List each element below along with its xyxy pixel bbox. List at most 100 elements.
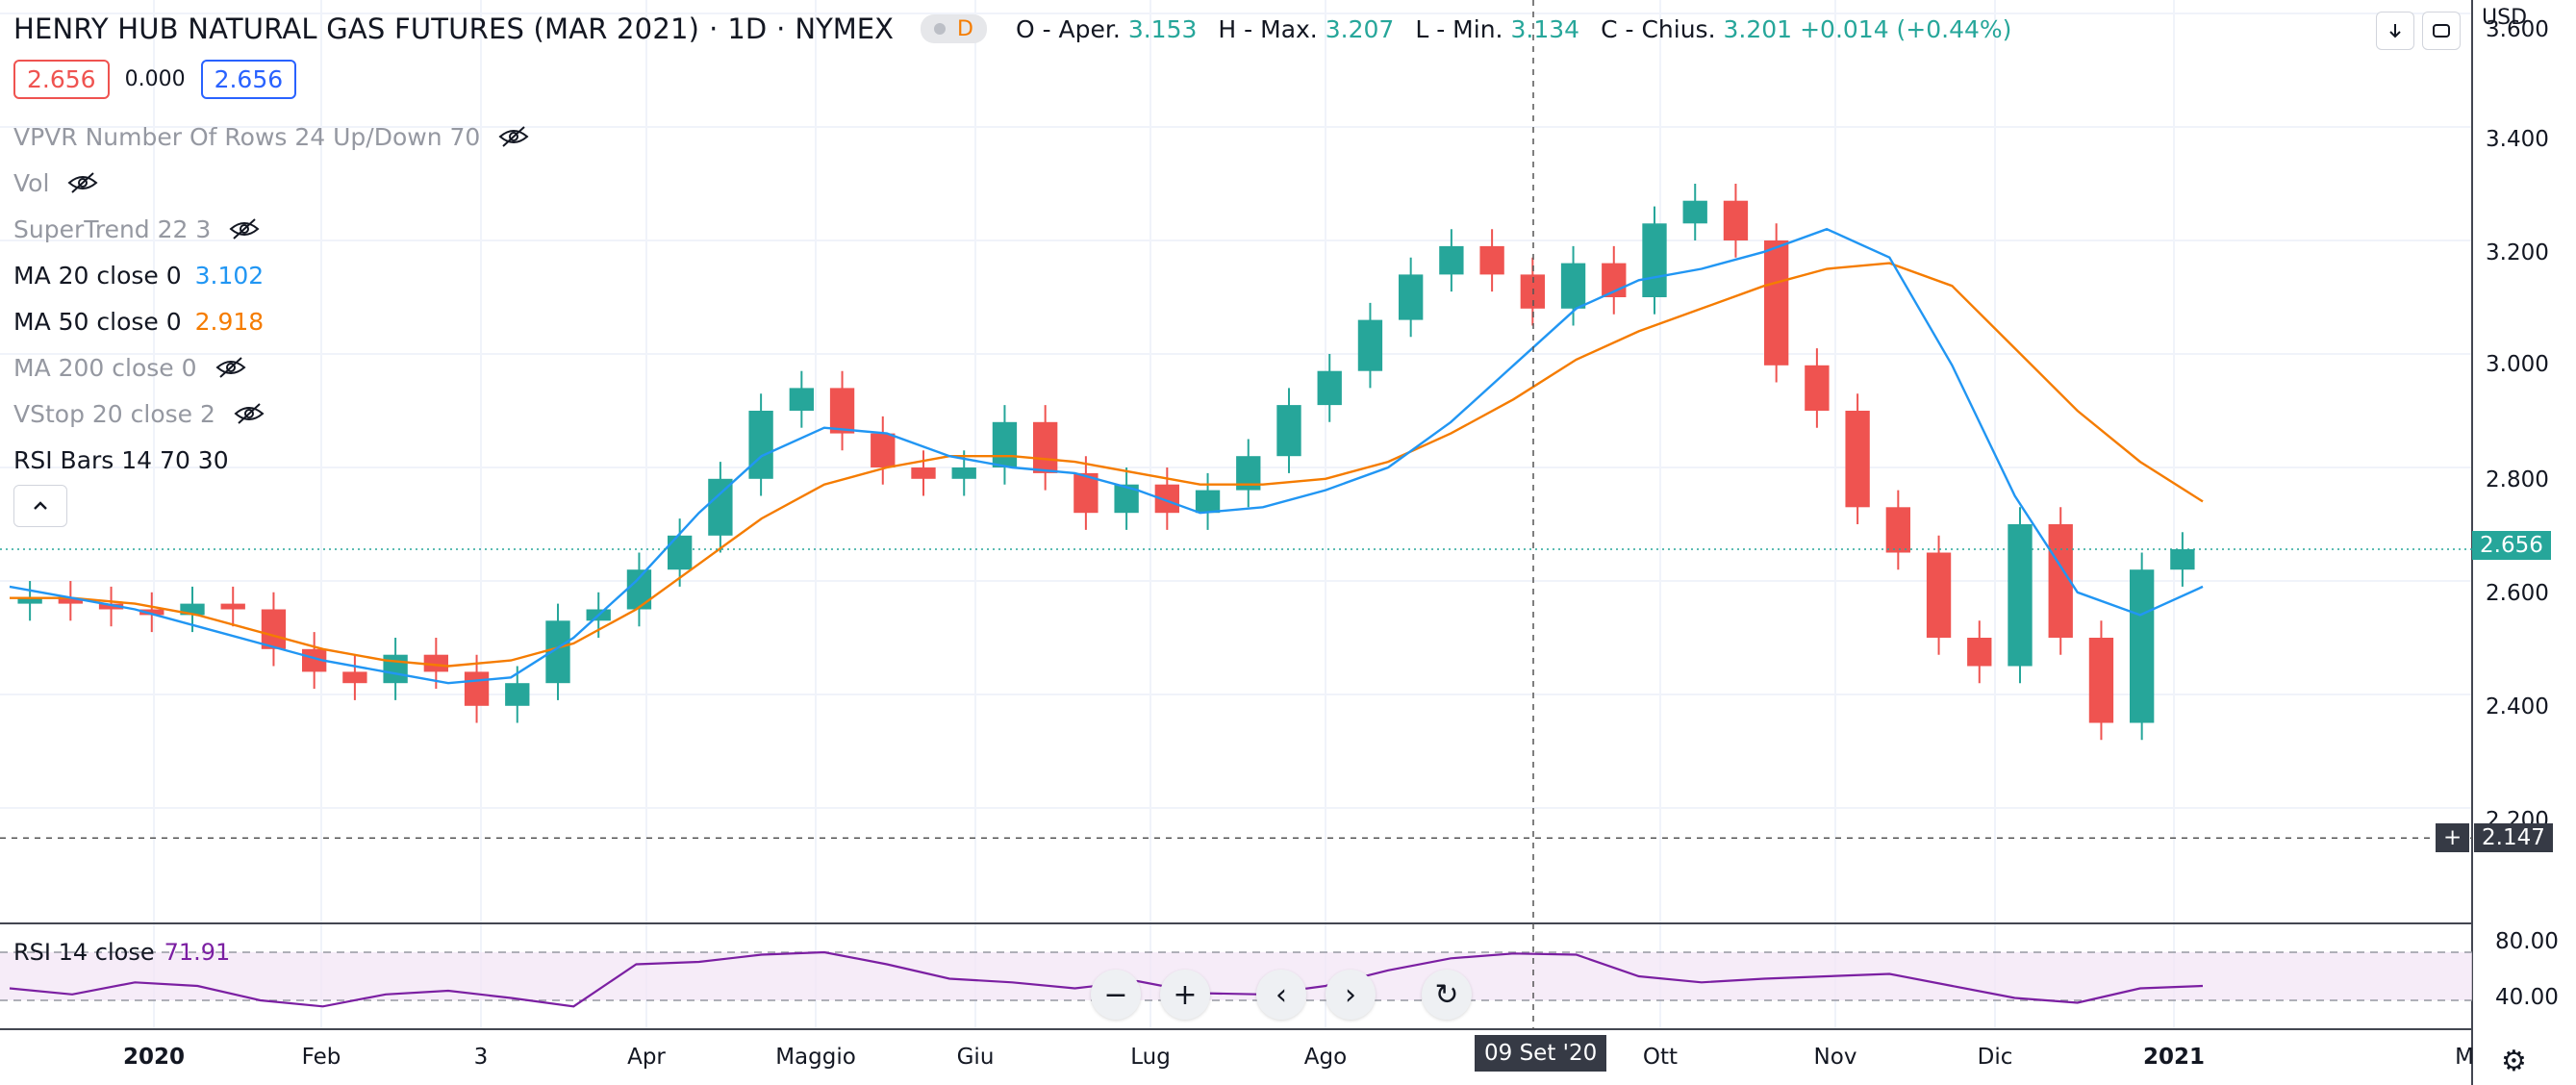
- price-tick-label: 3.000: [2486, 352, 2549, 377]
- buy-price-box[interactable]: 2.656: [200, 60, 297, 99]
- indicator-row[interactable]: VPVR Number Of Rows 24 Up/Down 70: [13, 117, 530, 156]
- chart-canvas[interactable]: [0, 0, 2576, 1085]
- zoom-out-button[interactable]: −: [1091, 970, 1141, 1020]
- time-tick-label: Dic: [1977, 1045, 2013, 1070]
- indicator-label: MA 50 close 0: [13, 307, 182, 336]
- reset-icon: ↻: [1434, 977, 1459, 1012]
- candle-body: [1926, 552, 1952, 638]
- indicator-row[interactable]: VStop 20 close 2: [13, 394, 265, 433]
- rsi-tick-label: 80.00: [2495, 929, 2559, 954]
- time-tick-label: M: [2455, 1045, 2474, 1070]
- rsi-value: 71.91: [164, 939, 231, 966]
- hidden-eye-icon[interactable]: [228, 217, 261, 240]
- hidden-eye-icon[interactable]: [215, 356, 247, 379]
- download-button[interactable]: [2376, 12, 2414, 50]
- indicator-label: VStop 20 close 2: [13, 399, 215, 428]
- scroll-left-icon: ‹: [1275, 977, 1287, 1012]
- zoom-in-icon: +: [1173, 977, 1198, 1012]
- rsi-legend: RSI 14 close 71.91: [13, 939, 230, 966]
- price-tick-label: 2.600: [2486, 581, 2549, 606]
- time-tick-label: Nov: [1813, 1045, 1857, 1070]
- indicator-row[interactable]: MA 50 close 0 2.918: [13, 302, 264, 341]
- candle-body: [383, 654, 408, 684]
- time-tick-label: 3: [473, 1045, 489, 1070]
- add-alert-plus-icon[interactable]: +: [2436, 823, 2470, 852]
- rsi-tick-label: 40.00: [2495, 985, 2559, 1010]
- time-tick-label: 2020: [122, 1045, 186, 1070]
- crosshair-price-tag: 2.147: [2474, 823, 2553, 852]
- arrow-down-icon: [2389, 24, 2401, 38]
- time-tick-label: Giu: [956, 1045, 995, 1070]
- scroll-right-icon: ›: [1345, 977, 1356, 1012]
- candle-body: [1885, 507, 1910, 553]
- scroll-right-button[interactable]: ›: [1326, 970, 1376, 1020]
- candle-body: [1479, 245, 1504, 275]
- indicator-row[interactable]: SuperTrend 22 3: [13, 210, 261, 248]
- indicator-row[interactable]: Vol: [13, 164, 99, 202]
- candle-body: [911, 467, 936, 479]
- zoom-in-button[interactable]: +: [1160, 970, 1210, 1020]
- high-value: 3.207: [1325, 14, 1395, 43]
- candle-body: [1682, 200, 1707, 224]
- indicator-label: VPVR Number Of Rows 24 Up/Down 70: [13, 122, 481, 151]
- indicator-label: RSI Bars 14 70 30: [13, 445, 229, 474]
- candle-body: [626, 569, 652, 610]
- time-tick-label: Ott: [1642, 1045, 1679, 1070]
- candle-body: [505, 683, 530, 706]
- price-tick-label: 2.800: [2486, 467, 2549, 492]
- candle-body: [261, 609, 287, 649]
- close-label: C - Chius.: [1601, 14, 1716, 43]
- candle-body: [992, 421, 1018, 467]
- chevron-up-icon: [34, 501, 47, 510]
- open-value: 3.153: [1127, 14, 1198, 43]
- indicator-row[interactable]: MA 200 close 0: [13, 348, 247, 387]
- crosshair-date-tag: 09 Set '20: [1475, 1035, 1607, 1072]
- interval-label[interactable]: 1D: [727, 13, 767, 45]
- scroll-left-button[interactable]: ‹: [1256, 970, 1306, 1020]
- hidden-eye-icon[interactable]: [233, 402, 265, 425]
- chart-stage[interactable]: HENRY HUB NATURAL GAS FUTURES (MAR 2021)…: [0, 0, 2576, 1085]
- delayed-badge-letter: D: [957, 16, 973, 41]
- indicator-label: MA 200 close 0: [13, 353, 197, 382]
- candle-body: [1642, 223, 1667, 297]
- candle-body: [342, 671, 367, 684]
- price-tick-label: 2.400: [2486, 694, 2549, 719]
- candle-body: [1764, 240, 1789, 366]
- last-price-tag: 2.656: [2472, 531, 2551, 560]
- indicator-value: 3.102: [194, 261, 265, 290]
- time-tick-label: Apr: [627, 1045, 666, 1070]
- candle-body: [951, 467, 976, 479]
- low-label: L - Min.: [1415, 14, 1503, 43]
- hidden-eye-icon[interactable]: [497, 125, 530, 148]
- candle-body: [1723, 200, 1749, 240]
- price-tick-label: 3.200: [2486, 240, 2549, 265]
- fullscreen-button[interactable]: [2422, 12, 2461, 50]
- candle-body: [1195, 490, 1221, 514]
- candle-body: [829, 388, 855, 434]
- close-value: 3.201: [1723, 14, 1793, 43]
- sell-price-box[interactable]: 2.656: [13, 60, 110, 99]
- fullscreen-icon: [2433, 24, 2450, 38]
- hidden-eye-icon[interactable]: [66, 171, 99, 194]
- data-status-badge[interactable]: D: [921, 14, 987, 43]
- symbol-title[interactable]: HENRY HUB NATURAL GAS FUTURES (MAR 2021): [13, 13, 699, 45]
- indicator-row[interactable]: MA 20 close 0 3.102: [13, 256, 264, 294]
- rsi-label-text: RSI 14 close: [13, 939, 155, 966]
- candle-body: [220, 603, 245, 610]
- candle-body: [668, 535, 693, 570]
- candle-body: [871, 433, 896, 467]
- time-tick-label: Feb: [301, 1045, 341, 1070]
- collapse-legend-button[interactable]: [13, 485, 67, 527]
- change-value: +0.014 (+0.44%): [1800, 14, 2012, 43]
- indicator-label: SuperTrend 22 3: [13, 214, 212, 243]
- settings-gear-icon[interactable]: ⚙: [2501, 1045, 2527, 1078]
- price-boxes: 2.656 0.000 2.656: [13, 60, 297, 99]
- candle-body: [789, 388, 814, 411]
- indicator-row[interactable]: RSI Bars 14 70 30: [13, 441, 229, 479]
- reset-chart-button[interactable]: ↻: [1422, 970, 1472, 1020]
- candle-body: [464, 671, 490, 706]
- candle-body: [1439, 245, 1464, 275]
- candle-body: [1357, 319, 1383, 371]
- zoom-out-icon: −: [1103, 977, 1128, 1012]
- candle-body: [748, 411, 773, 479]
